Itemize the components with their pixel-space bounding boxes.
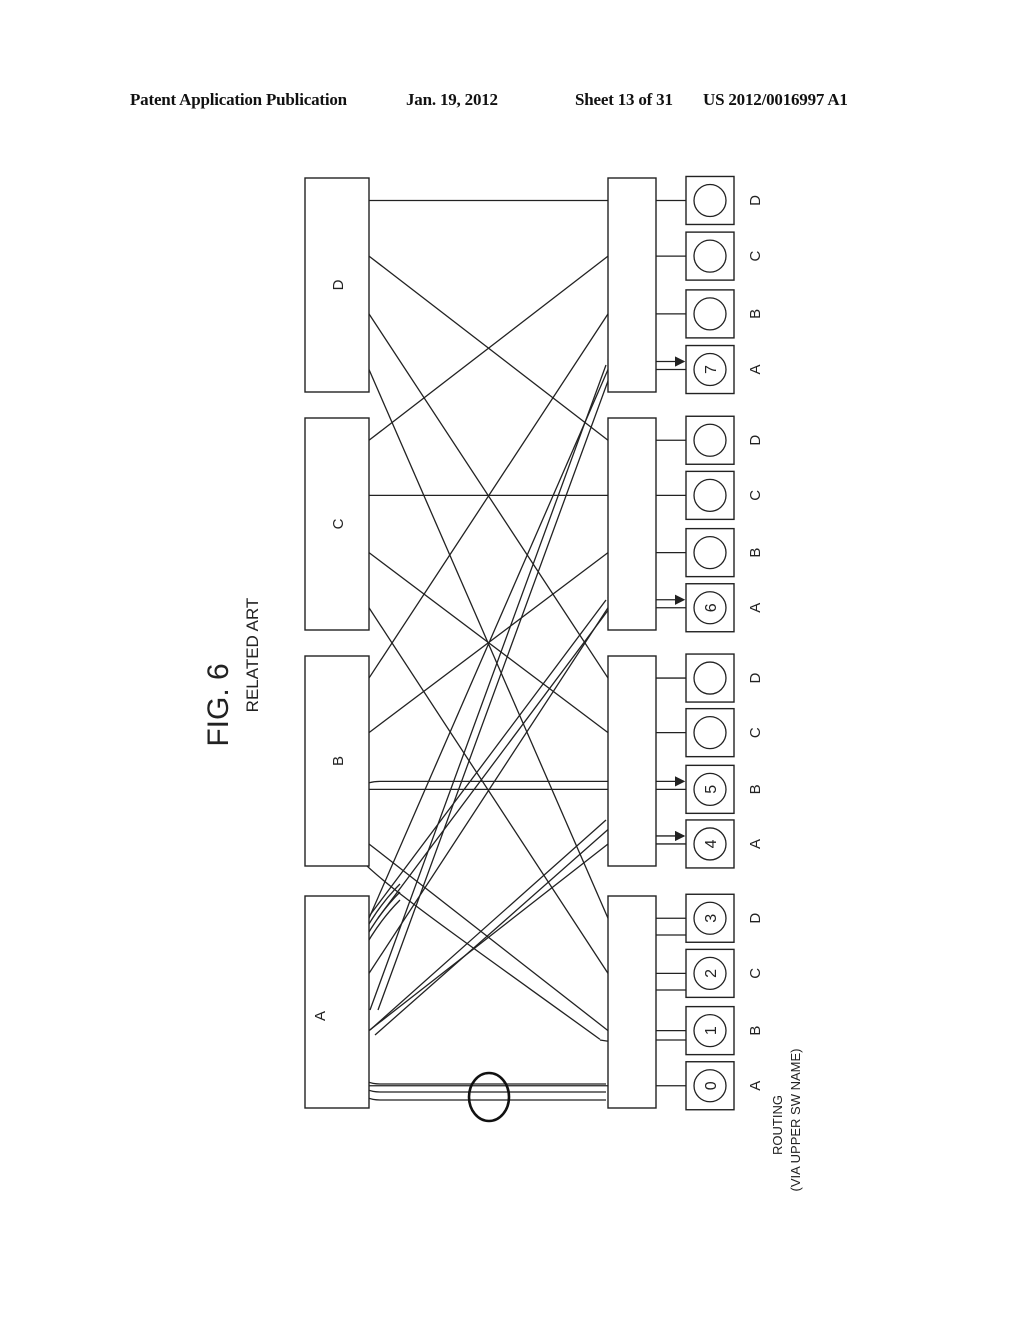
- node-port-label: A: [747, 1081, 764, 1091]
- route-bundle: [337, 899, 606, 1101]
- node-port-label: B: [747, 548, 764, 558]
- figure-title: FIG. 6: [202, 663, 235, 746]
- lower-switch: [607, 417, 657, 631]
- node-port-label: D: [747, 435, 764, 446]
- nodes: 0 A 1 B 2 C 3 D 4 A 5 B C D 6 A B C D 7 A B C D: [656, 175, 764, 1111]
- figure-subtitle: RELATED ART: [243, 598, 262, 713]
- node-circle: [693, 423, 727, 457]
- node-circle: [693, 478, 727, 513]
- lower-switch: [607, 177, 657, 393]
- node-port-label: C: [747, 727, 764, 738]
- links: [368, 199, 609, 1087]
- node-port-label: C: [747, 251, 764, 262]
- node-number: 1: [703, 1026, 720, 1035]
- node-port-label: B: [747, 1026, 764, 1036]
- node-port-label: B: [747, 309, 764, 319]
- route-diag: [377, 369, 613, 1011]
- node-circle: [693, 535, 727, 570]
- node-number: 2: [703, 969, 720, 978]
- node-port-label: A: [747, 839, 764, 849]
- node-port-label: D: [747, 913, 764, 924]
- route-diag: [377, 604, 613, 919]
- node-number: 4: [703, 839, 720, 848]
- node-port-label: D: [747, 672, 764, 683]
- routing-caption-line1: ROUTING: [770, 1095, 785, 1155]
- node-number: 6: [703, 603, 720, 612]
- network-diagram: A B C D 0 A 1 B 2 C 3 D 4 A 5 B C D 6 A B C D 7 A B C D FIG. 6 REL…: [202, 175, 803, 1192]
- node-number: 0: [703, 1081, 720, 1090]
- node-circle: [693, 297, 727, 331]
- node-port-label: A: [747, 365, 764, 375]
- node-number: 7: [703, 365, 720, 374]
- node-number: 5: [703, 785, 720, 794]
- switch-boxes: A B C D: [304, 177, 657, 1109]
- upper-switch-label: C: [330, 518, 347, 529]
- upper-switch-label: A: [312, 1011, 329, 1021]
- route-bundle: [337, 891, 606, 1093]
- node-circle: [693, 661, 727, 695]
- route-bundle: [337, 883, 606, 1085]
- route-diag: [374, 825, 613, 1036]
- node-number: 3: [703, 914, 720, 923]
- node-circle: [693, 716, 727, 750]
- routing-caption-line2: (VIA UPPER SW NAME): [788, 1048, 803, 1191]
- node-circle: [693, 239, 727, 273]
- upper-switch-label: B: [330, 756, 347, 766]
- node-port-label: D: [747, 195, 764, 206]
- node-circle: [693, 183, 727, 218]
- lower-switch: [607, 655, 657, 867]
- route-diag: [369, 819, 607, 1031]
- node-port-label: A: [747, 603, 764, 613]
- highlight-ellipse: [467, 1071, 511, 1123]
- node-port-label: B: [747, 784, 764, 794]
- node-port-label: C: [747, 968, 764, 979]
- route-diag: [369, 599, 607, 916]
- node-port-label: C: [747, 490, 764, 501]
- route-diag: [369, 364, 607, 1011]
- upper-switch-a: [304, 895, 370, 1109]
- lower-switch: [607, 895, 657, 1109]
- upper-switch-label: D: [330, 279, 347, 290]
